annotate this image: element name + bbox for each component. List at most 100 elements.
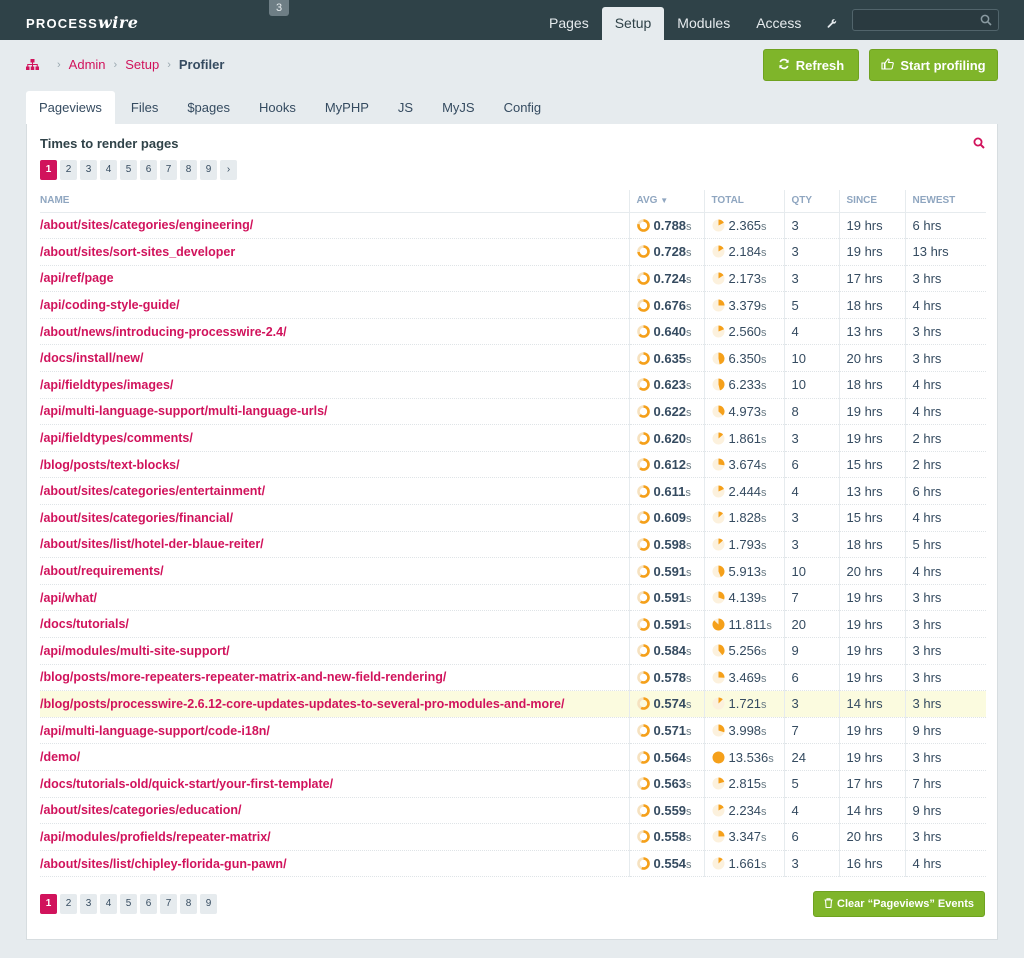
table-row[interactable]: /about/sites/sort-sites_developer 0.728s 2… [40, 238, 986, 266]
page-link-3[interactable]: 3 [80, 894, 97, 914]
tab-myjs[interactable]: MyJS [429, 91, 488, 124]
page-link-5[interactable]: 5 [120, 160, 137, 180]
unit: s [686, 619, 692, 632]
page-path-link[interactable]: /blog/posts/text-blocks/ [40, 451, 629, 479]
logo[interactable]: PROCESSwire [26, 13, 138, 32]
wrench-icon[interactable] [814, 7, 850, 40]
page-path-link[interactable]: /api/modules/profields/repeater-matrix/ [40, 823, 629, 851]
next-page-button[interactable]: › [220, 160, 237, 180]
table-row[interactable]: /api/multi-language-support/multi-langua… [40, 398, 986, 426]
page-link-9[interactable]: 9 [200, 160, 217, 180]
page-path-link[interactable]: /about/sites/categories/education/ [40, 797, 629, 825]
table-row[interactable]: /docs/install/new/0.635s 6.350s 10 20 hrs 3 … [40, 344, 986, 373]
topnav-access[interactable]: Access [743, 7, 814, 40]
start-profiling-button[interactable]: Start profiling [869, 49, 998, 81]
page-link-2[interactable]: 2 [60, 894, 77, 914]
page-link-6[interactable]: 6 [140, 160, 157, 180]
page-link-1[interactable]: 1 [40, 894, 57, 914]
topnav-modules[interactable]: Modules [664, 7, 743, 40]
page-path-link[interactable]: /about/sites/categories/entertainment/ [40, 477, 629, 506]
table-row[interactable]: /about/news/introducing-processwire-2.4/… [40, 318, 986, 346]
table-row[interactable]: /api/multi-language-support/code-i18n/0.… [40, 717, 986, 745]
table-row[interactable]: /about/sites/list/hotel-der-blaue-reiter… [40, 531, 986, 559]
search-icon[interactable] [980, 14, 992, 29]
table-row[interactable]: /blog/posts/more-repeaters-repeater-matr… [40, 664, 986, 692]
table-row[interactable]: /blog/posts/text-blocks/0.612s 3.674s 6 15 … [40, 451, 986, 479]
tab-config[interactable]: Config [491, 91, 555, 124]
table-row[interactable]: /api/modules/multi-site-support/0.584s 5.… [40, 637, 986, 665]
table-row[interactable]: /about/sites/categories/financial/0.609s… [40, 504, 986, 532]
search-icon[interactable] [973, 137, 985, 152]
clear-events-button[interactable]: Clear “Pageviews” Events [813, 891, 985, 917]
table-row[interactable]: /about/sites/list/chipley-florida-gun-pa… [40, 850, 986, 878]
page-link-1[interactable]: 1 [40, 160, 57, 180]
tab-js[interactable]: JS [385, 91, 426, 124]
page-path-link[interactable]: /about/sites/list/hotel-der-blaue-reiter… [40, 531, 629, 559]
tab-pages-var[interactable]: $pages [174, 91, 243, 124]
col-avg[interactable]: AVG ▼ [628, 190, 704, 213]
table-row[interactable]: /api/ref/page 0.724s 2.173s 3 17 hrs 3 hrs [40, 265, 986, 293]
page-path-link[interactable]: /api/fieldtypes/images/ [40, 371, 629, 399]
breadcrumb-admin[interactable]: Admin [69, 57, 106, 72]
table-row[interactable]: /about/sites/categories/entertainment/0.… [40, 477, 986, 506]
page-path-link[interactable]: /api/ref/page [40, 265, 629, 293]
tab-pageviews[interactable]: Pageviews [26, 91, 115, 124]
table-row[interactable]: /api/fieldtypes/images/0.623s 6.233s 10 18 … [40, 371, 986, 399]
tab-myphp[interactable]: MyPHP [312, 91, 382, 124]
page-link-3[interactable]: 3 [80, 160, 97, 180]
table-row[interactable]: /blog/posts/processwire-2.6.12-core-upda… [40, 690, 986, 718]
page-link-5[interactable]: 5 [120, 894, 137, 914]
col-total[interactable]: TOTAL [703, 190, 784, 213]
col-newest[interactable]: NEWEST [904, 190, 986, 213]
page-path-link[interactable]: /blog/posts/more-repeaters-repeater-matr… [40, 664, 629, 692]
table-row[interactable]: /demo/0.564s 13.536s 24 19 hrs 3 hrs [40, 743, 986, 771]
breadcrumb-setup[interactable]: Setup [125, 57, 159, 72]
page-link-8[interactable]: 8 [180, 894, 197, 914]
page-path-link[interactable]: /docs/install/new/ [40, 344, 629, 373]
page-link-6[interactable]: 6 [140, 894, 157, 914]
page-path-link[interactable]: /about/requirements/ [40, 557, 629, 585]
col-qty[interactable]: QTY [783, 190, 839, 213]
table-row[interactable]: /about/sites/categories/education/0.559s… [40, 797, 986, 825]
page-link-4[interactable]: 4 [100, 160, 117, 180]
page-link-7[interactable]: 7 [160, 894, 177, 914]
page-path-link[interactable]: /blog/posts/processwire-2.6.12-core-upda… [40, 690, 629, 718]
table-row[interactable]: /api/fieldtypes/comments/0.620s 1.861s 3 19… [40, 424, 986, 452]
page-path-link[interactable]: /about/sites/sort-sites_developer [40, 238, 629, 266]
col-name[interactable]: NAME [40, 190, 629, 213]
search-input[interactable] [853, 10, 971, 30]
table-row[interactable]: /docs/tutorials-old/quick-start/your-fir… [40, 770, 986, 798]
page-path-link[interactable]: /api/multi-language-support/code-i18n/ [40, 717, 629, 745]
col-since[interactable]: SINCE [838, 190, 905, 213]
page-link-9[interactable]: 9 [200, 894, 217, 914]
page-path-link[interactable]: /api/coding-style-guide/ [40, 291, 629, 319]
page-link-4[interactable]: 4 [100, 894, 117, 914]
page-link-7[interactable]: 7 [160, 160, 177, 180]
notice-badge[interactable]: 3 [269, 0, 289, 16]
tab-hooks[interactable]: Hooks [246, 91, 309, 124]
table-row[interactable]: /api/what/0.591s 4.139s 7 19 hrs 3 hrs [40, 584, 986, 612]
page-path-link[interactable]: /api/what/ [40, 584, 629, 612]
table-row[interactable]: /about/requirements/0.591s 5.913s 10 20 hrs… [40, 557, 986, 585]
table-row[interactable]: /api/coding-style-guide/0.676s 3.379s 5 18 … [40, 291, 986, 319]
page-path-link[interactable]: /about/sites/categories/engineering/ [40, 212, 629, 240]
page-path-link[interactable]: /demo/ [40, 743, 629, 771]
page-link-2[interactable]: 2 [60, 160, 77, 180]
table-row[interactable]: /about/sites/categories/engineering/0.78… [40, 212, 986, 240]
page-path-link[interactable]: /about/sites/list/chipley-florida-gun-pa… [40, 850, 629, 878]
page-link-8[interactable]: 8 [180, 160, 197, 180]
page-path-link[interactable]: /api/fieldtypes/comments/ [40, 424, 629, 452]
table-row[interactable]: /docs/tutorials/0.591s 11.811s 20 19 hrs 3 h… [40, 610, 986, 638]
page-path-link[interactable]: /docs/tutorials-old/quick-start/your-fir… [40, 770, 629, 798]
page-path-link[interactable]: /docs/tutorials/ [40, 610, 629, 638]
page-path-link[interactable]: /api/modules/multi-site-support/ [40, 637, 629, 665]
page-path-link[interactable]: /about/news/introducing-processwire-2.4/ [40, 318, 629, 346]
sitemap-icon[interactable] [26, 59, 39, 70]
topnav-pages[interactable]: Pages [536, 7, 602, 40]
page-path-link[interactable]: /about/sites/categories/financial/ [40, 504, 629, 532]
table-row[interactable]: /api/modules/profields/repeater-matrix/0… [40, 823, 986, 851]
refresh-button[interactable]: Refresh [763, 49, 859, 81]
tab-files[interactable]: Files [118, 91, 171, 124]
page-path-link[interactable]: /api/multi-language-support/multi-langua… [40, 398, 629, 426]
topnav-setup[interactable]: Setup [601, 7, 665, 40]
